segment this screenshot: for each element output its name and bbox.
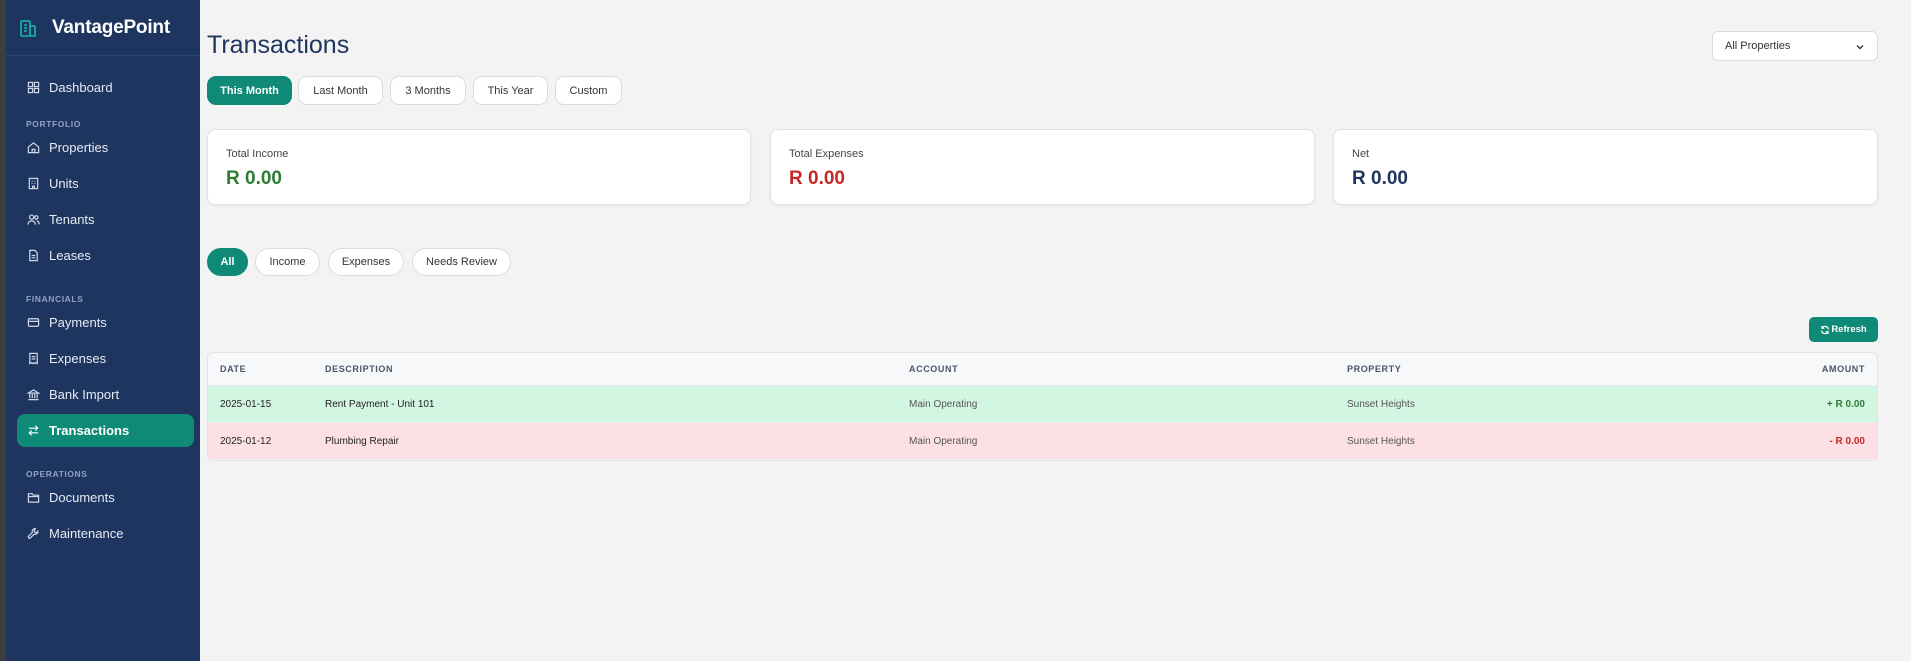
total-expenses-card: Total Expenses R 0.00 — [770, 129, 1315, 205]
sidebar-item-label: Bank Import — [49, 387, 120, 402]
file-icon — [29, 249, 38, 262]
sidebar-item-units[interactable]: Units — [17, 167, 194, 200]
property-select-value: All Properties — [1725, 40, 1791, 52]
grid-icon — [27, 81, 40, 94]
row-amount: - R 0.00 — [1829, 436, 1865, 447]
period-last-month[interactable]: Last Month — [298, 76, 383, 105]
row-date: 2025-01-15 — [220, 399, 272, 410]
sidebar-item-bank-import[interactable]: Bank Import — [17, 378, 194, 411]
sidebar-item-label: Transactions — [49, 423, 130, 438]
net-label: Net — [1352, 148, 1370, 160]
sidebar-item-transactions[interactable]: Transactions — [17, 414, 194, 447]
sidebar-item-label: Expenses — [49, 351, 107, 366]
refresh-button[interactable]: Refresh — [1809, 317, 1878, 342]
total-income-value: R 0.00 — [226, 168, 282, 189]
sidebar-item-label: Payments — [49, 315, 107, 330]
table-row[interactable]: 2025-01-15 Rent Payment - Unit 101 Main … — [208, 386, 1877, 423]
row-description: Rent Payment - Unit 101 — [325, 399, 435, 410]
row-date: 2025-01-12 — [220, 436, 272, 447]
row-property: Sunset Heights — [1347, 399, 1415, 410]
sidebar: VantagePoint Dashboard PORTFOLIO Propert… — [6, 0, 200, 661]
page-title: Transactions — [207, 31, 350, 59]
section-operations: OPERATIONS — [26, 469, 88, 479]
row-property: Sunset Heights — [1347, 436, 1415, 447]
section-financials: FINANCIALS — [26, 294, 84, 304]
total-expenses-value: R 0.00 — [789, 168, 845, 189]
column-date[interactable]: DATE — [220, 364, 246, 374]
main-content: Transactions All Properties This Month L… — [200, 0, 1911, 661]
app-name: VantagePoint — [52, 16, 170, 38]
sidebar-item-properties[interactable]: Properties — [17, 131, 194, 164]
sidebar-item-leases[interactable]: Leases — [17, 239, 194, 272]
filter-expenses[interactable]: Expenses — [328, 248, 404, 276]
filter-income[interactable]: Income — [255, 248, 320, 276]
total-income-label: Total Income — [226, 148, 289, 160]
sidebar-item-payments[interactable]: Payments — [17, 306, 194, 339]
row-amount: + R 0.00 — [1826, 399, 1865, 410]
total-income-card: Total Income R 0.00 — [207, 129, 751, 205]
filter-all[interactable]: All — [207, 248, 248, 276]
row-account: Main Operating — [909, 399, 978, 410]
table-header: DATE DESCRIPTION ACCOUNT PROPERTY AMOUNT — [208, 353, 1877, 386]
column-amount[interactable]: AMOUNT — [1822, 364, 1865, 374]
refresh-label: Refresh — [1831, 324, 1867, 335]
sidebar-item-documents[interactable]: Documents — [17, 481, 194, 514]
period-custom[interactable]: Custom — [555, 76, 622, 105]
sidebar-item-expenses[interactable]: Expenses — [17, 342, 194, 375]
sidebar-item-dashboard[interactable]: Dashboard — [17, 71, 194, 104]
sidebar-item-tenants[interactable]: Tenants — [17, 203, 194, 236]
credit-card-icon — [27, 318, 40, 327]
net-value: R 0.00 — [1352, 168, 1408, 189]
period-this-month[interactable]: This Month — [207, 76, 292, 105]
filter-needs-review[interactable]: Needs Review — [412, 248, 511, 276]
folder-icon — [27, 493, 40, 503]
sidebar-item-label: Units — [49, 176, 79, 191]
refresh-icon — [1821, 325, 1830, 334]
brand[interactable]: VantagePoint — [6, 0, 200, 56]
wrench-icon — [27, 528, 39, 539]
sidebar-item-label: Properties — [49, 140, 109, 155]
sidebar-item-label: Tenants — [49, 212, 95, 227]
users-icon — [27, 214, 40, 225]
bank-icon — [27, 389, 40, 401]
table-row[interactable]: 2025-01-12 Plumbing Repair Main Operatin… — [208, 423, 1877, 460]
column-account[interactable]: ACCOUNT — [909, 364, 958, 374]
sidebar-item-label: Documents — [49, 490, 115, 505]
sidebar-item-label: Leases — [49, 248, 91, 263]
home-icon — [27, 142, 40, 154]
sidebar-item-maintenance[interactable]: Maintenance — [17, 517, 194, 550]
net-card: Net R 0.00 — [1333, 129, 1878, 205]
sidebar-item-label: Dashboard — [49, 80, 113, 95]
receipt-icon — [29, 352, 38, 365]
column-property[interactable]: PROPERTY — [1347, 364, 1401, 374]
row-description: Plumbing Repair — [325, 436, 399, 447]
arrows-icon — [28, 425, 39, 436]
sidebar-item-label: Maintenance — [49, 526, 124, 541]
building-icon — [28, 177, 39, 190]
building-logo-icon — [20, 19, 36, 37]
column-description[interactable]: DESCRIPTION — [325, 364, 393, 374]
period-3-months[interactable]: 3 Months — [390, 76, 466, 105]
chevron-down-icon — [1856, 45, 1864, 50]
section-portfolio: PORTFOLIO — [26, 119, 81, 129]
total-expenses-label: Total Expenses — [789, 148, 864, 160]
transactions-table: DATE DESCRIPTION ACCOUNT PROPERTY AMOUNT… — [207, 352, 1878, 461]
period-this-year[interactable]: This Year — [473, 76, 548, 105]
row-account: Main Operating — [909, 436, 978, 447]
property-select[interactable]: All Properties — [1712, 31, 1878, 61]
